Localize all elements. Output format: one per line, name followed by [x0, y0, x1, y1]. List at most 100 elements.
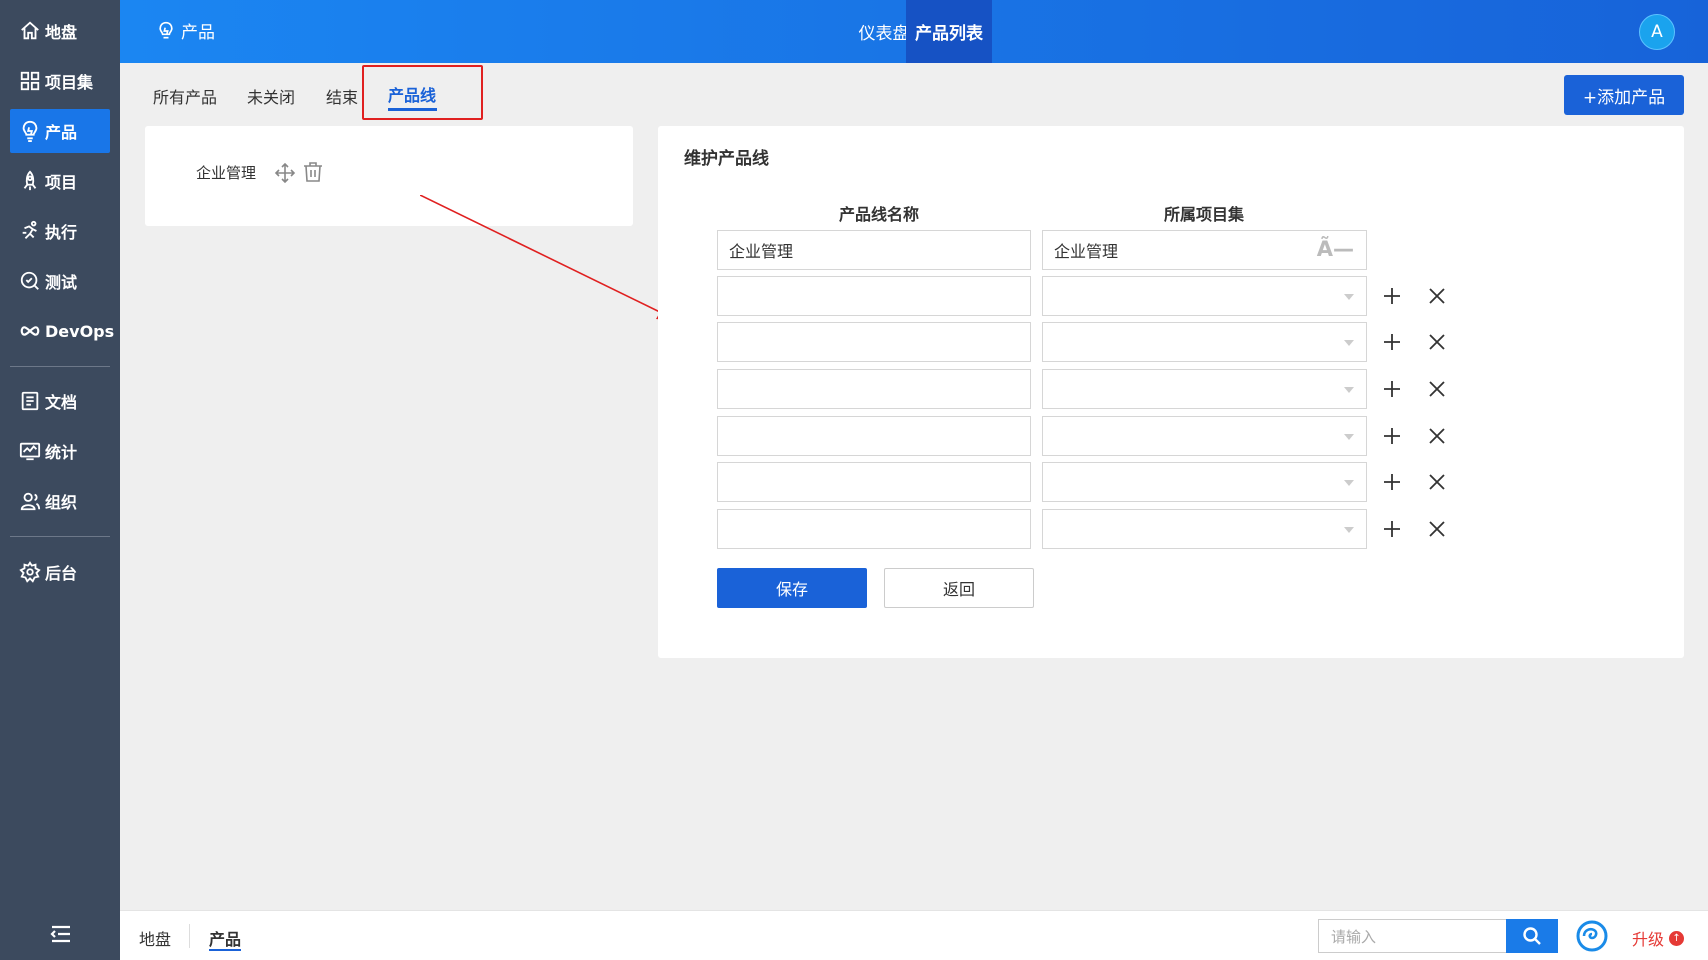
program-select[interactable]: [1042, 416, 1367, 456]
sidebar-item-label: DevOps: [45, 321, 115, 341]
sidebar-item-statistics[interactable]: 统计: [10, 429, 110, 473]
back-button[interactable]: 返回: [884, 568, 1034, 608]
delete-row-icon[interactable]: [1428, 427, 1446, 445]
program-select[interactable]: 企业管理 Ã—: [1042, 230, 1367, 270]
grid-icon: [20, 71, 40, 91]
add-row-icon[interactable]: [1382, 519, 1402, 539]
bottom-nav-home[interactable]: 地盘: [139, 926, 171, 950]
trash-icon[interactable]: [301, 160, 325, 184]
add-product-button[interactable]: +添加产品: [1564, 75, 1684, 115]
add-row-icon[interactable]: [1382, 472, 1402, 492]
sidebar-item-devops[interactable]: DevOps: [10, 309, 114, 353]
home-icon: [21, 21, 39, 40]
sidebar-divider: [10, 366, 110, 367]
search-input[interactable]: 请输入: [1318, 919, 1506, 953]
chevron-down-icon: [1344, 527, 1354, 533]
sidebar-item-execution[interactable]: 执行: [10, 209, 110, 253]
product-line-name-input[interactable]: [717, 462, 1031, 502]
delete-row-icon[interactable]: [1428, 287, 1446, 305]
bottom-active-indicator: [209, 949, 241, 951]
delete-row-icon[interactable]: [1428, 520, 1446, 538]
sidebar-item-label: 执行: [45, 223, 78, 242]
move-icon[interactable]: [274, 162, 296, 184]
top-bar: 产品 仪表盘 产品列表 A: [120, 0, 1708, 63]
program-select-value: 企业管理: [1054, 242, 1119, 261]
product-line-name-input[interactable]: 企业管理: [717, 230, 1031, 270]
product-line-name-input[interactable]: [717, 322, 1031, 362]
sidebar-item-label: 文档: [45, 393, 78, 412]
bottom-nav-product[interactable]: 产品: [209, 926, 241, 950]
column-header-program: 所属项目集: [1164, 205, 1245, 224]
add-row-icon[interactable]: [1382, 379, 1402, 399]
upgrade-link[interactable]: 升级 ↑: [1632, 926, 1685, 950]
upgrade-label: 升级: [1632, 930, 1665, 949]
top-nav-product-list[interactable]: 产品列表: [906, 0, 992, 63]
program-select[interactable]: [1042, 322, 1367, 362]
search-icon: [1523, 927, 1541, 945]
test-icon: [20, 271, 39, 290]
sidebar-item-product[interactable]: 产品: [10, 109, 110, 153]
chevron-down-icon: [1344, 294, 1354, 300]
delete-row-icon[interactable]: [1428, 333, 1446, 351]
sidebar-item-label: 项目: [45, 173, 78, 192]
lightbulb-icon: [159, 21, 173, 38]
product-line-name-input[interactable]: [717, 369, 1031, 409]
sidebar-item-organization[interactable]: 组织: [10, 479, 110, 523]
program-select[interactable]: [1042, 276, 1367, 316]
delete-row-icon[interactable]: [1428, 380, 1446, 398]
add-row-icon[interactable]: [1382, 286, 1402, 306]
chart-monitor-icon: [19, 442, 41, 461]
search-button[interactable]: [1506, 919, 1558, 953]
product-line-name-input[interactable]: [717, 276, 1031, 316]
add-row-icon[interactable]: [1382, 332, 1402, 352]
sidebar-item-label: 项目集: [45, 73, 94, 92]
sidebar-item-label: 测试: [45, 273, 78, 292]
sidebar-item-doc[interactable]: 文档: [10, 379, 110, 423]
annotation-arrow: [420, 195, 674, 321]
sidebar-item-admin[interactable]: 后台: [10, 550, 110, 594]
sidebar-item-label: 统计: [45, 443, 78, 462]
program-select[interactable]: [1042, 369, 1367, 409]
gear-icon: [19, 561, 41, 583]
sidebar-item-label: 产品: [45, 123, 78, 142]
select-clear-glyph[interactable]: Ã—: [1317, 237, 1354, 261]
form-title: 维护产品线: [684, 149, 769, 169]
tab-open[interactable]: 未关闭: [247, 84, 295, 108]
chevron-down-icon: [1344, 480, 1354, 486]
product-line-name-input[interactable]: [717, 509, 1031, 549]
save-button[interactable]: 保存: [717, 568, 867, 608]
sidebar-divider: [10, 536, 110, 537]
program-select[interactable]: [1042, 462, 1367, 502]
bottom-divider: [189, 924, 190, 948]
user-group-icon: [20, 492, 41, 511]
sidebar-item-label: 地盘: [45, 23, 78, 42]
add-row-icon[interactable]: [1382, 426, 1402, 446]
sidebar-item-project[interactable]: 项目: [10, 159, 110, 203]
infinity-icon: [20, 326, 40, 336]
sidebar-item-programs[interactable]: 项目集: [10, 59, 110, 103]
sidebar-item-home[interactable]: 地盘: [10, 9, 110, 53]
chevron-down-icon: [1344, 434, 1354, 440]
sidebar-item-test[interactable]: 测试: [10, 259, 110, 303]
run-icon: [22, 220, 37, 239]
header-breadcrumb[interactable]: 产品: [156, 18, 215, 43]
program-select[interactable]: [1042, 509, 1367, 549]
sidebar: 地盘 项目集 产品 项目 执行 测试 DevOps 文档 统计 组织 后台: [0, 0, 120, 960]
bottom-bar: 地盘 产品 请输入 升级 ↑: [120, 910, 1708, 960]
annotation-highlight-box: [362, 65, 483, 120]
tab-closed[interactable]: 结束: [326, 84, 358, 108]
chevron-down-icon: [1344, 387, 1354, 393]
app-logo-icon[interactable]: [1576, 920, 1608, 952]
column-header-name: 产品线名称: [839, 205, 920, 224]
sidebar-item-label: 后台: [45, 564, 78, 583]
product-line-name-input[interactable]: [717, 416, 1031, 456]
maintain-product-line-form: 维护产品线 产品线名称 所属项目集 企业管理 企业管理 Ã— 保存 返回: [658, 126, 1684, 658]
delete-row-icon[interactable]: [1428, 473, 1446, 491]
tab-all-products[interactable]: 所有产品: [153, 84, 217, 108]
avatar[interactable]: A: [1639, 14, 1675, 50]
lightbulb-icon: [22, 120, 38, 142]
menu-collapse-icon[interactable]: [50, 924, 72, 944]
product-line-item[interactable]: 企业管理: [196, 162, 256, 183]
upgrade-arrow-icon: ↑: [1669, 930, 1685, 946]
chevron-down-icon: [1344, 340, 1354, 346]
